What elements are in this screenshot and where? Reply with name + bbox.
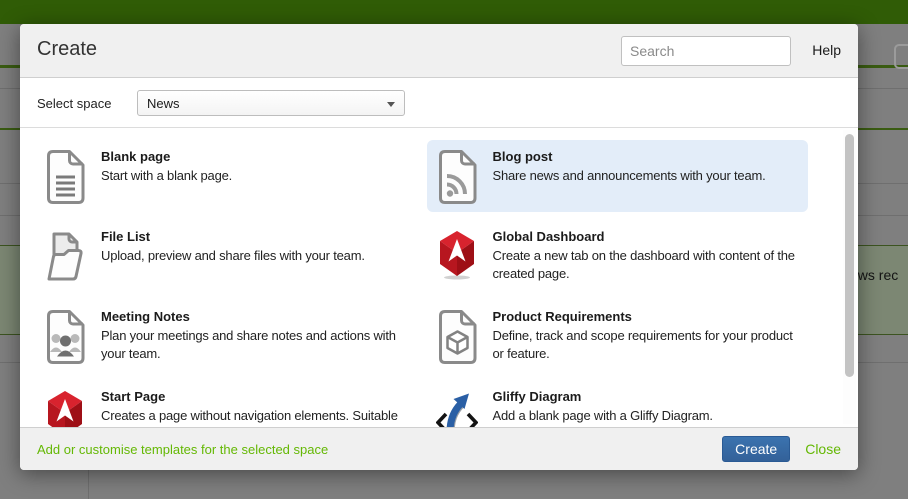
gliffy-diagram-icon <box>435 390 479 427</box>
template-item-product-requirements[interactable]: Product Requirements Define, track and s… <box>427 300 809 372</box>
background-corner-button <box>894 44 908 69</box>
create-dialog: Create Help Select space News Blank page… <box>20 24 858 470</box>
space-select-dropdown[interactable]: News <box>137 90 405 116</box>
template-title: Blank page <box>101 149 413 164</box>
product-requirements-icon <box>435 310 479 364</box>
template-item-blank-page[interactable]: Blank page Start with a blank page. <box>35 140 417 212</box>
dialog-header: Create Help <box>20 24 858 78</box>
template-item-blog-post[interactable]: Blog post Share news and announcements w… <box>427 140 809 212</box>
help-link[interactable]: Help <box>812 42 841 58</box>
template-item-gliffy-diagram[interactable]: Gliffy Diagram Add a blank page with a G… <box>427 380 809 427</box>
template-description: Plan your meetings and share notes and a… <box>101 327 413 364</box>
close-link[interactable]: Close <box>805 441 841 457</box>
template-description: Upload, preview and share files with you… <box>101 247 413 265</box>
template-description: Add a blank page with a Gliffy Diagram. <box>493 407 805 425</box>
scrollbar-track[interactable] <box>843 130 856 424</box>
selected-space-value: News <box>147 96 180 111</box>
select-space-label: Select space <box>37 96 111 111</box>
start-page-icon <box>43 390 87 427</box>
search-input[interactable] <box>621 36 791 66</box>
scrollbar-thumb[interactable] <box>845 134 854 377</box>
template-description: Create a new tab on the dashboard with c… <box>493 247 805 284</box>
template-title: Product Requirements <box>493 309 805 324</box>
background-divider <box>88 470 89 499</box>
dialog-title: Create <box>37 38 97 61</box>
template-list: Blank page Start with a blank page. Blog… <box>20 128 858 427</box>
template-title: Gliffy Diagram <box>493 389 805 404</box>
global-dashboard-icon <box>435 230 479 280</box>
template-item-start-page[interactable]: Start Page Creates a page without naviga… <box>35 380 417 427</box>
template-description: Start with a blank page. <box>101 167 413 185</box>
create-button[interactable]: Create <box>722 436 790 462</box>
customise-templates-link[interactable]: Add or customise templates for the selec… <box>37 442 328 457</box>
template-description: Share news and announcements with your t… <box>493 167 805 185</box>
dialog-footer: Add or customise templates for the selec… <box>20 427 858 470</box>
template-title: File List <box>101 229 413 244</box>
template-title: Start Page <box>101 389 413 404</box>
blog-post-icon <box>435 150 479 204</box>
template-title: Meeting Notes <box>101 309 413 324</box>
template-item-meeting-notes[interactable]: Meeting Notes Plan your meetings and sha… <box>35 300 417 372</box>
template-title: Global Dashboard <box>493 229 805 244</box>
background-top-bar <box>0 0 908 24</box>
meeting-notes-icon <box>43 310 87 364</box>
template-description: Creates a page without navigation elemen… <box>101 407 413 425</box>
template-item-file-list[interactable]: File List Upload, preview and share file… <box>35 220 417 292</box>
space-selector-row: Select space News <box>20 78 858 128</box>
footer-actions: Create Close <box>722 436 841 462</box>
blank-page-icon <box>43 150 87 204</box>
template-title: Blog post <box>493 149 805 164</box>
template-item-global-dashboard[interactable]: Global Dashboard Create a new tab on the… <box>427 220 809 292</box>
template-description: Define, track and scope requirements for… <box>493 327 805 364</box>
file-list-icon <box>43 230 87 284</box>
chevron-down-icon <box>387 102 395 107</box>
